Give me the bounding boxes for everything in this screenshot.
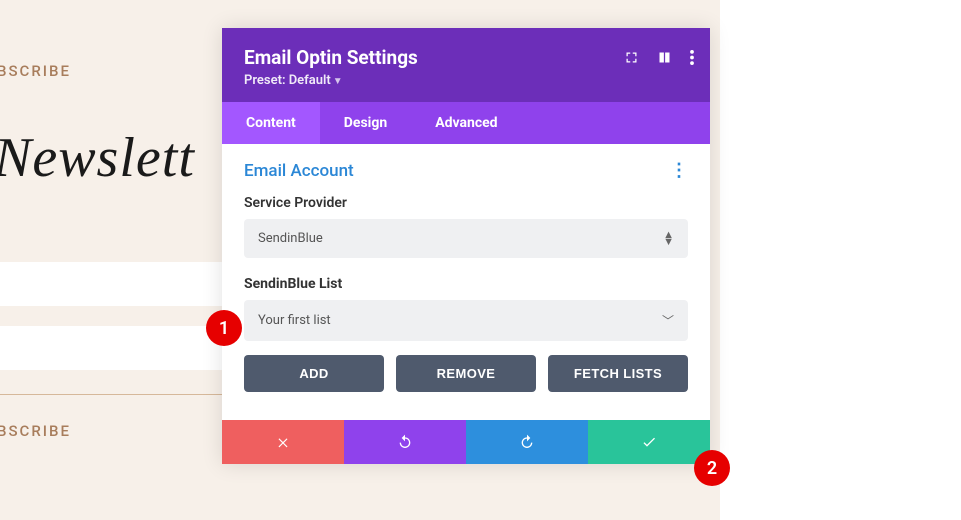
undo-button[interactable] (344, 420, 466, 464)
background-text-newsletter: Newslett (0, 126, 195, 190)
tab-content[interactable]: Content (222, 102, 320, 144)
fetch-lists-button[interactable]: FETCH LISTS (548, 355, 688, 392)
section-menu-icon[interactable]: ⋮ (670, 160, 688, 181)
section-header: Email Account ⋮ (244, 160, 688, 181)
add-button[interactable]: ADD (244, 355, 384, 392)
remove-button[interactable]: REMOVE (396, 355, 536, 392)
section-title[interactable]: Email Account (244, 161, 354, 181)
close-icon (276, 435, 290, 449)
modal-header-icons (624, 50, 694, 65)
save-button[interactable] (588, 420, 710, 464)
tab-advanced[interactable]: Advanced (411, 102, 521, 144)
modal-footer (222, 420, 710, 464)
list-select[interactable]: Your first list ﹀ (244, 300, 688, 341)
preset-label-prefix: Preset: (244, 73, 289, 88)
modal-title: Email Optin Settings (244, 46, 688, 69)
undo-icon (397, 434, 413, 450)
settings-modal: Email Optin Settings Preset: Default▼ Co… (222, 28, 710, 464)
list-action-row: ADD REMOVE FETCH LISTS (244, 355, 688, 392)
modal-body: Email Account ⋮ Service Provider SendinB… (222, 144, 710, 420)
tab-bar: Content Design Advanced (222, 102, 710, 144)
kebab-menu-icon[interactable] (690, 50, 694, 65)
preset-value: Default (289, 73, 331, 88)
background-text-subscribe-bottom: BSCRIBE (0, 422, 71, 440)
background-text-subscribe-top: BSCRIBE (0, 62, 71, 80)
caret-down-icon: ▼ (333, 76, 343, 87)
service-provider-select[interactable]: SendinBlue ▲▼ (244, 219, 688, 258)
list-value: Your first list (258, 313, 331, 328)
redo-icon (519, 434, 535, 450)
list-label: SendinBlue List (244, 276, 688, 292)
service-provider-value: SendinBlue (258, 231, 323, 246)
expand-icon[interactable] (624, 50, 639, 65)
modal-header: Email Optin Settings Preset: Default▼ (222, 28, 710, 102)
check-icon (641, 434, 657, 450)
redo-button[interactable] (466, 420, 588, 464)
service-provider-label: Service Provider (244, 195, 688, 211)
chevron-down-icon: ﹀ (662, 312, 674, 329)
sort-updown-icon: ▲▼ (663, 232, 674, 245)
preset-selector[interactable]: Preset: Default▼ (244, 73, 688, 88)
tab-design[interactable]: Design (320, 102, 411, 144)
columns-icon[interactable] (657, 50, 672, 65)
annotation-badge-2: 2 (694, 450, 730, 486)
cancel-button[interactable] (222, 420, 344, 464)
annotation-badge-1: 1 (206, 310, 242, 346)
